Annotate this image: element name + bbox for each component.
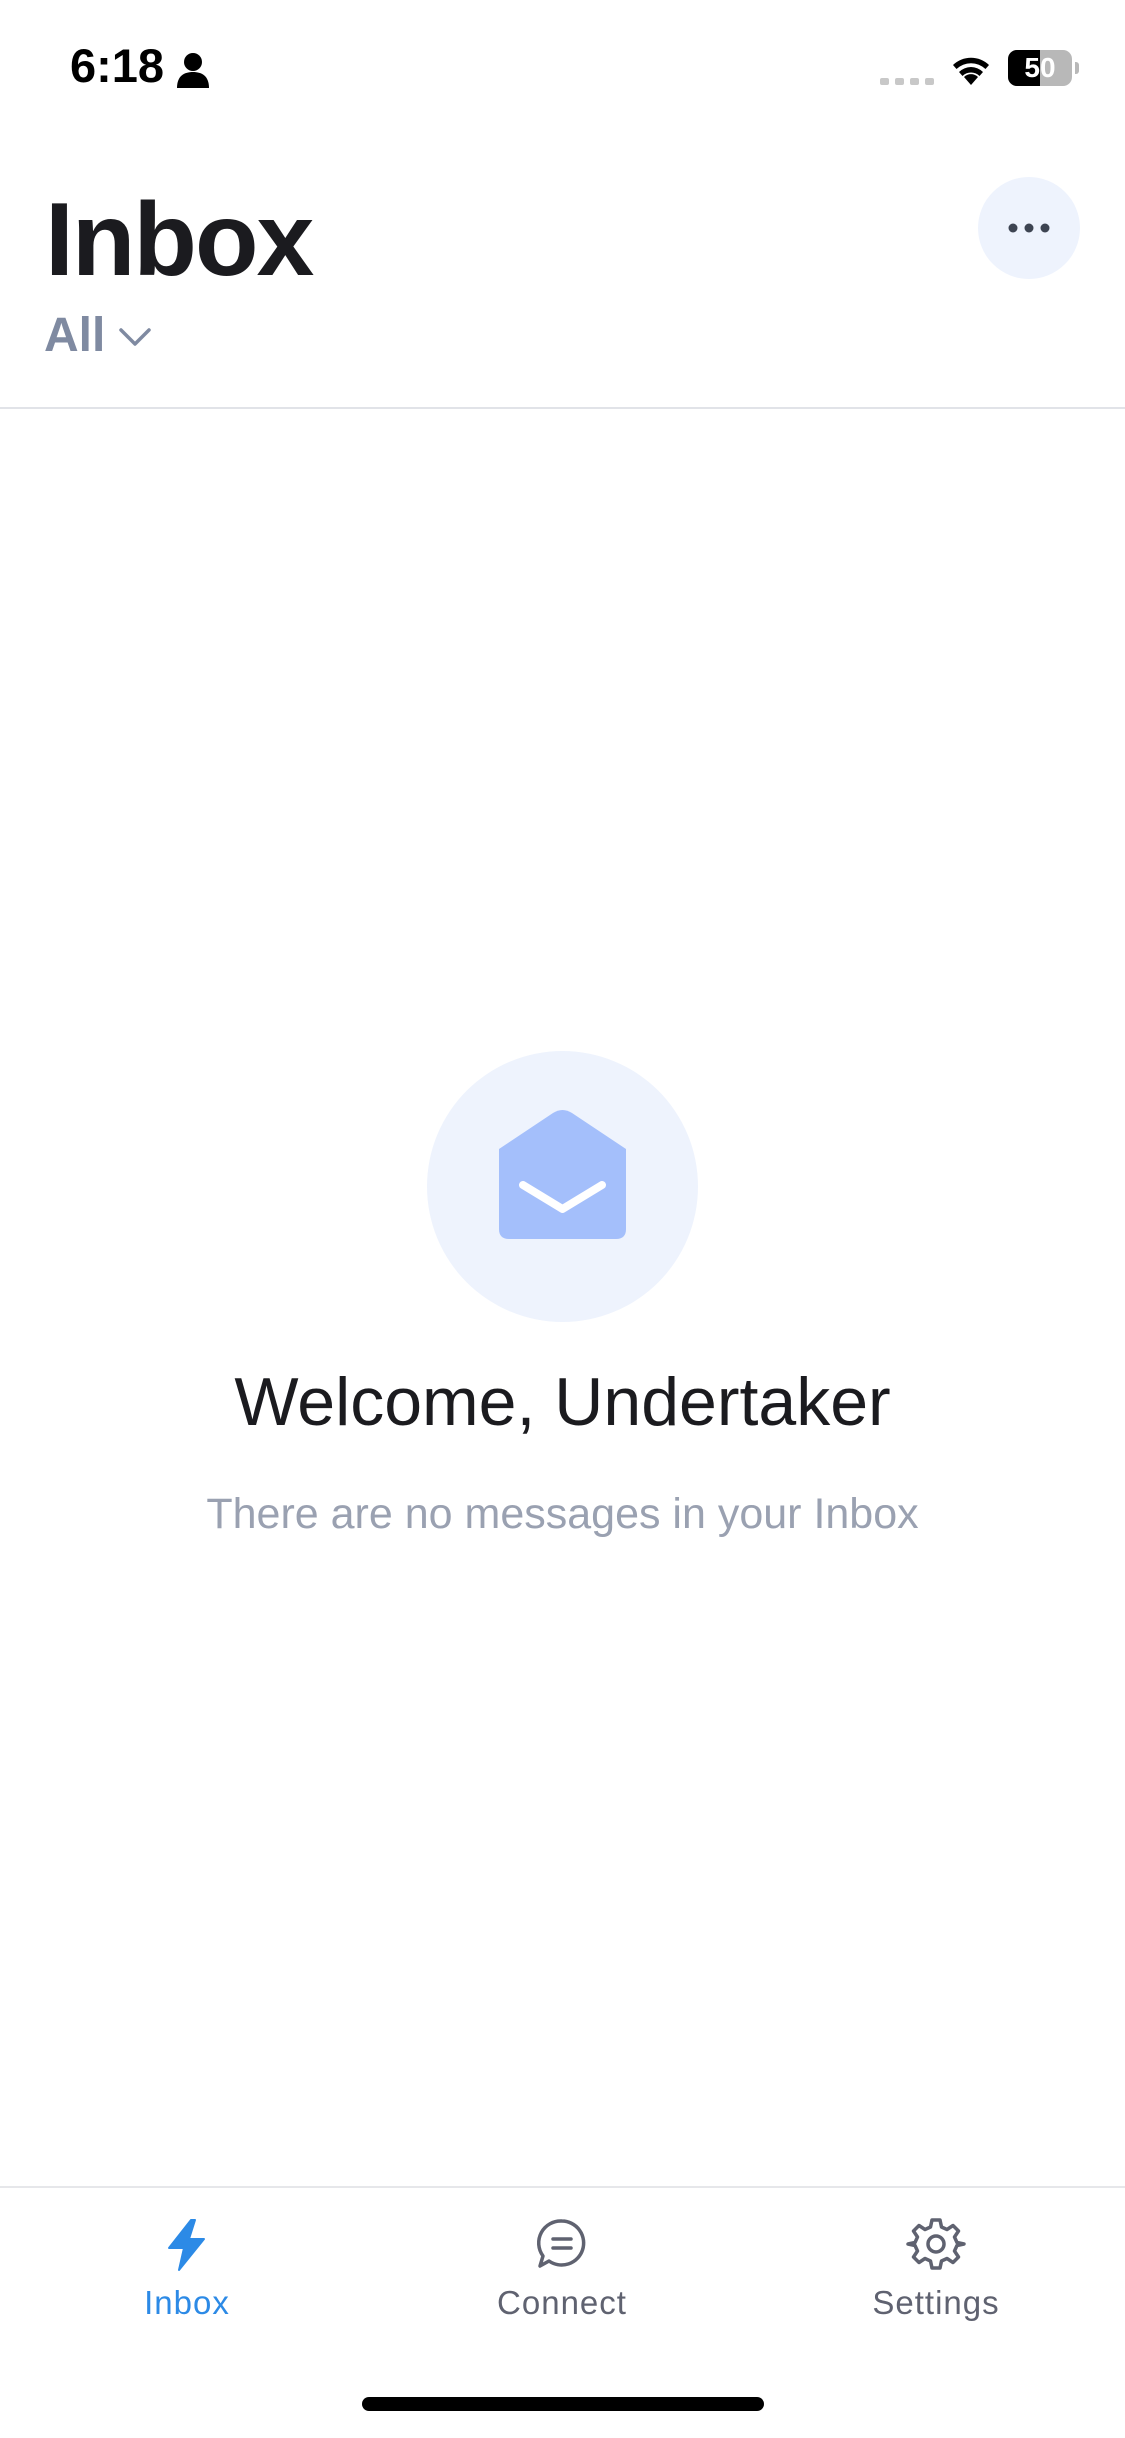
status-time: 6:18 — [70, 39, 165, 92]
home-indicator — [362, 2397, 764, 2411]
more-options-button[interactable] — [978, 177, 1080, 279]
battery-level: 50 — [1024, 52, 1056, 83]
ellipsis-icon — [1008, 223, 1050, 233]
filter-dropdown[interactable]: All — [44, 305, 152, 365]
chevron-down-icon — [119, 328, 152, 346]
chat-bubble-icon — [537, 2219, 586, 2268]
tab-inbox[interactable]: Inbox — [57, 2214, 317, 2334]
empty-inbox-message: There are no messages in your Inbox — [206, 1490, 919, 1538]
battery-cap — [1075, 62, 1079, 74]
tab-label: Connect — [497, 2284, 627, 2321]
battery-body: 50 — [1008, 50, 1072, 86]
bolt-icon — [168, 2219, 205, 2271]
tab-label: Settings — [872, 2284, 1000, 2321]
open-envelope-icon — [499, 1110, 626, 1239]
header-divider — [0, 407, 1125, 409]
page-title: Inbox — [45, 182, 314, 298]
signal-icon — [880, 78, 934, 85]
tab-settings[interactable]: Settings — [806, 2214, 1066, 2334]
tab-connect[interactable]: Connect — [432, 2214, 692, 2334]
welcome-title: Welcome, Undertaker — [234, 1364, 891, 1440]
wifi-icon — [953, 57, 989, 85]
empty-state-illustration — [427, 1051, 698, 1322]
gear-icon — [906, 2218, 966, 2270]
filter-label: All — [44, 308, 106, 362]
tab-label: Inbox — [144, 2284, 230, 2321]
battery-icon: 50 — [1008, 50, 1080, 86]
person-icon — [177, 53, 209, 88]
status-bar: 6:18 50 — [0, 0, 1125, 140]
